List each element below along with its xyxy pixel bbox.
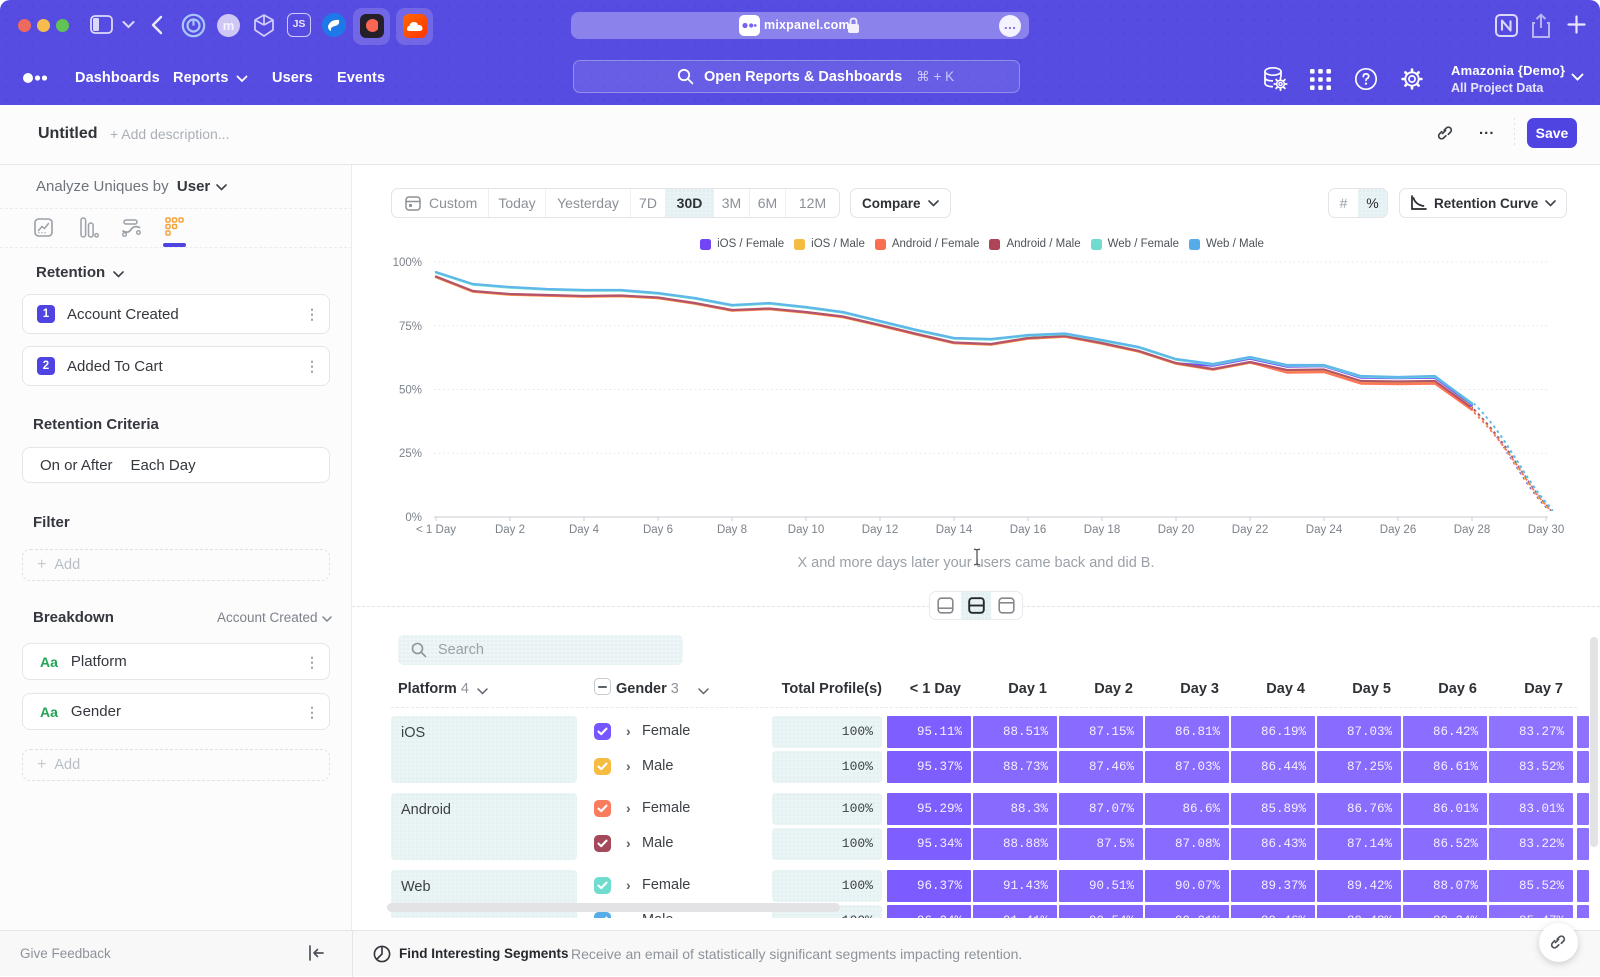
svg-text:Day 22: Day 22 <box>1232 524 1268 536</box>
svg-text:100%: 100% <box>393 257 422 269</box>
svg-text:Day 8: Day 8 <box>717 524 747 536</box>
svg-text:Day 14: Day 14 <box>936 524 973 536</box>
svg-text:Day 24: Day 24 <box>1306 524 1343 536</box>
svg-text:Day 2: Day 2 <box>495 524 525 536</box>
svg-text:Day 10: Day 10 <box>788 524 824 536</box>
svg-text:Day 4: Day 4 <box>569 524 600 536</box>
svg-text:75%: 75% <box>399 321 422 333</box>
svg-text:Day 28: Day 28 <box>1454 524 1490 536</box>
svg-text:Day 26: Day 26 <box>1380 524 1416 536</box>
svg-text:Day 30: Day 30 <box>1528 524 1564 536</box>
svg-text:Day 20: Day 20 <box>1158 524 1194 536</box>
svg-text:0%: 0% <box>405 512 422 524</box>
svg-text:Day 6: Day 6 <box>643 524 673 536</box>
svg-text:Day 16: Day 16 <box>1010 524 1046 536</box>
svg-text:< 1 Day: < 1 Day <box>416 524 456 536</box>
svg-text:Day 18: Day 18 <box>1084 524 1120 536</box>
svg-text:50%: 50% <box>399 385 422 397</box>
svg-text:Day 12: Day 12 <box>862 524 898 536</box>
svg-text:25%: 25% <box>399 448 422 460</box>
